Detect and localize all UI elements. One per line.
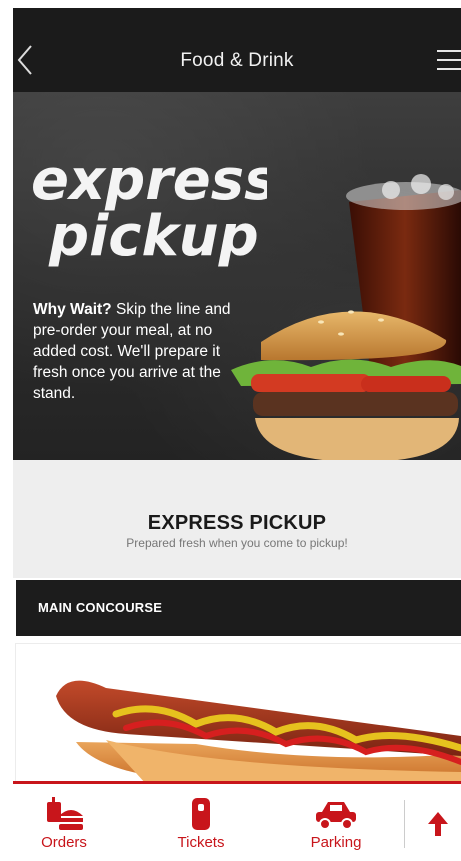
arrow-up-icon [428,812,448,836]
logo-word-pickup: pickup [48,204,259,267]
orders-icon [47,797,83,830]
ticket-icon [192,798,210,830]
car-icon [316,802,356,830]
express-pickup-logo: express pickup [31,148,267,267]
tab-orders[interactable]: Orders [19,794,109,856]
banner-lead: Why Wait? [33,301,112,318]
page-title: Food & Drink [180,50,294,71]
scroll-to-top-button[interactable] [418,804,458,844]
food-item-card[interactable] [16,644,461,784]
hamburger-icon [437,50,461,70]
concourse-header[interactable]: MAIN CONCOURSE [16,580,461,636]
section-heading-band: EXPRESS PICKUP Prepared fresh when you c… [13,460,461,578]
bottom-tab-bar: Orders Tickets Parking [13,781,461,861]
app-screen: Food & Drink express pickup Why Wait? Sk… [13,8,461,861]
tab-divider [404,800,405,848]
tab-parking-label: Parking [310,834,362,851]
section-heading: EXPRESS PICKUP [147,512,327,534]
tab-orders-label: Orders [41,834,87,851]
hot-dog-image [56,680,461,784]
tab-tickets-label: Tickets [177,834,225,851]
tab-parking[interactable]: Parking [291,794,381,856]
top-nav-bar: Food & Drink [13,8,461,92]
express-pickup-banner: express pickup Why Wait? Skip the line a… [13,92,461,460]
tab-tickets[interactable]: Tickets [156,794,246,856]
menu-button[interactable] [433,48,461,72]
section-subheading: Prepared fresh when you come to pickup! [126,536,348,550]
concourse-label: MAIN CONCOURSE [38,600,163,615]
banner-description: Why Wait? Skip the line and pre-order yo… [33,299,248,404]
